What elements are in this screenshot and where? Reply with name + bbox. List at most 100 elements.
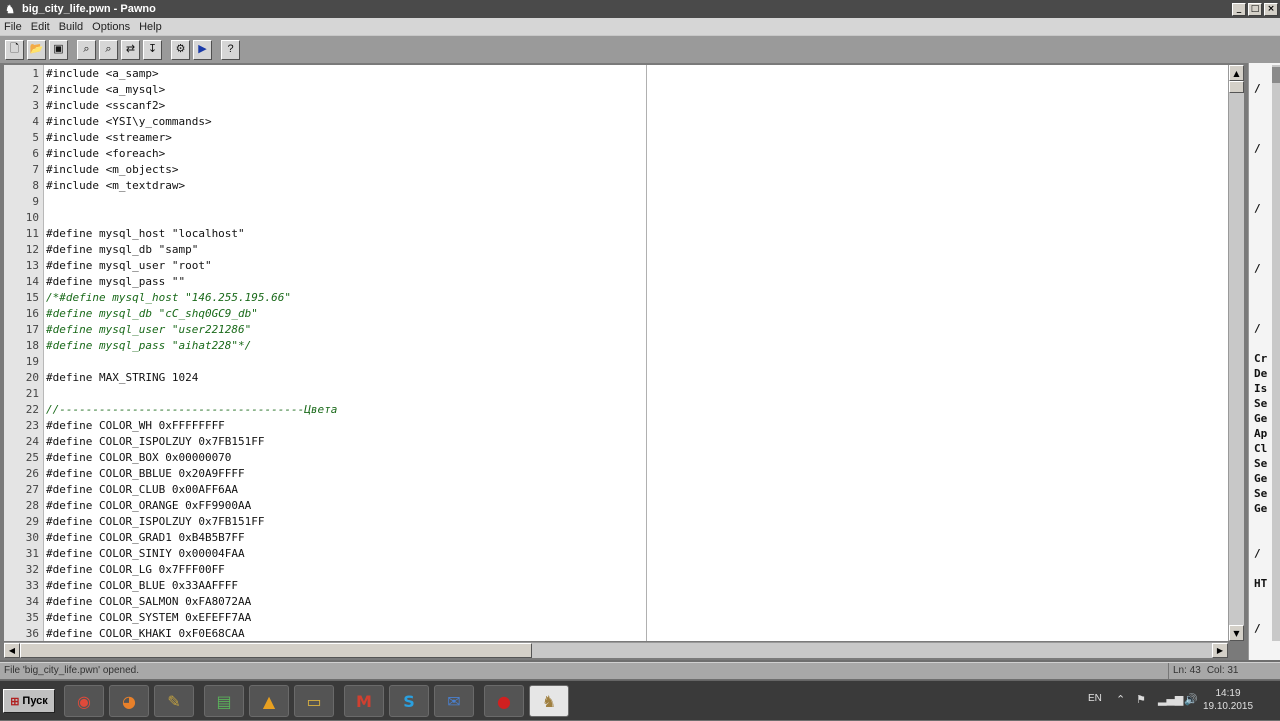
open-folder-icon: 📂	[29, 43, 44, 55]
horizontal-scroll-thumb[interactable]	[20, 643, 532, 658]
function-list-entry[interactable]: /	[1254, 621, 1261, 636]
line-number: 17	[25, 323, 39, 336]
explorer-taskbar-icon[interactable]: ▭	[294, 685, 334, 717]
menu-file[interactable]: File	[0, 21, 27, 33]
goto-line-button[interactable]: ↧	[143, 39, 162, 60]
line-number: 4	[32, 115, 39, 128]
pawno-taskbar-icon[interactable]: ♞	[529, 685, 569, 717]
function-list-entry[interactable]: Ap	[1254, 426, 1267, 441]
code-line: //-------------------------------------Ц…	[46, 403, 338, 416]
volume-icon[interactable]: 🔊	[1184, 693, 1198, 706]
menu-options[interactable]: Options	[88, 21, 135, 33]
line-number: 22	[25, 403, 39, 416]
paint-taskbar-icon[interactable]: ✎	[154, 685, 194, 717]
code-line: /*#define mysql_host "146.255.195.66"	[46, 291, 292, 304]
panel-scrollbar[interactable]	[1272, 65, 1280, 641]
function-list-entry[interactable]: /	[1254, 201, 1261, 216]
code-line: #define COLOR_KHAKI 0xF0E68CAA	[46, 627, 245, 640]
play-icon: ▶	[198, 43, 207, 55]
function-list-entry[interactable]: /	[1254, 261, 1261, 276]
line-number: 14	[25, 275, 39, 288]
close-button[interactable]: ×	[1264, 2, 1278, 16]
menu-bar: File Edit Build Options Help	[0, 18, 1280, 35]
code-line: #define MAX_STRING 1024	[46, 371, 199, 384]
panel-scroll-thumb[interactable]	[1272, 67, 1280, 83]
line-number: 19	[25, 355, 39, 368]
vertical-scroll-thumb[interactable]	[1229, 81, 1244, 93]
function-list-entry[interactable]: Ge	[1254, 411, 1267, 426]
scroll-right-arrow-icon[interactable]: ▶	[1212, 643, 1228, 658]
line-number: 15	[25, 291, 39, 304]
code-editor[interactable]: #include <a_samp> #include <a_mysql> #incl…	[44, 65, 1228, 641]
function-list-entry[interactable]: /	[1254, 546, 1261, 561]
find-next-icon: ⌕	[105, 43, 112, 55]
clock-time: 14:19	[1215, 688, 1241, 699]
function-list-entry[interactable]: De	[1254, 366, 1267, 381]
line-number: 18	[25, 339, 39, 352]
line-number: 6	[32, 147, 39, 160]
opera-taskbar-icon[interactable]: ●	[484, 685, 524, 717]
chrome-taskbar-icon[interactable]: ◉	[64, 685, 104, 717]
function-list-entry[interactable]: Cl	[1254, 441, 1267, 456]
function-list-entry[interactable]: Is	[1254, 381, 1267, 396]
code-line: #define COLOR_ISPOLZUY 0x7FB151FF	[46, 435, 265, 448]
line-number: 28	[25, 499, 39, 512]
media-center-taskbar-icon[interactable]: M	[344, 685, 384, 717]
line-number: 33	[25, 579, 39, 592]
code-line: #define COLOR_BLUE 0x33AAFFFF	[46, 579, 239, 592]
find-button[interactable]: ⌕	[77, 39, 96, 60]
save-file-button[interactable]: ▣	[49, 39, 68, 60]
menu-build[interactable]: Build	[55, 21, 88, 33]
function-list-entry[interactable]: /	[1254, 141, 1261, 156]
skype-taskbar-icon[interactable]: S	[389, 685, 429, 717]
function-list-entry[interactable]: HT	[1254, 576, 1267, 591]
function-list-entry[interactable]: Se	[1254, 456, 1267, 471]
vertical-scrollbar[interactable]: ▲ ▼	[1228, 65, 1244, 641]
help-button[interactable]: ?	[221, 39, 240, 60]
menu-edit[interactable]: Edit	[27, 21, 55, 33]
horizontal-scrollbar[interactable]: ◀ ▶	[4, 642, 1228, 658]
open-file-button[interactable]: 📂	[27, 39, 46, 60]
new-file-button[interactable]: 🗋	[5, 39, 24, 60]
replace-button[interactable]: ⇄	[121, 39, 140, 60]
function-list-entry[interactable]: Cr	[1254, 351, 1267, 366]
menu-help[interactable]: Help	[135, 21, 167, 33]
tray-arrow-icon[interactable]: ⌃	[1116, 693, 1125, 706]
compile-button[interactable]: ⚙	[171, 39, 190, 60]
function-list-entry[interactable]: Ge	[1254, 501, 1267, 516]
firefox-taskbar-icon[interactable]: ◕	[109, 685, 149, 717]
code-line: #define mysql_user "user221286"	[46, 323, 252, 336]
code-line: #include <a_mysql>	[46, 83, 166, 96]
start-button[interactable]: ⊞ Пуск	[3, 689, 55, 713]
pawno-app-icon: ♞	[5, 3, 15, 16]
minimize-button[interactable]: _	[1232, 2, 1246, 16]
code-line: #define mysql_pass "aihat228"*/	[46, 339, 252, 352]
maximize-button[interactable]: □	[1248, 2, 1262, 16]
terminal-taskbar-icon[interactable]: ▤	[204, 685, 244, 717]
line-number: 3	[32, 99, 39, 112]
code-line: #include <a_samp>	[46, 67, 159, 80]
right-margin-guide	[646, 65, 647, 641]
network-signal-icon[interactable]: ▂▄▆	[1158, 693, 1183, 706]
function-list-panel[interactable]: / / / / / Cr De Is Se Ge Ap Cl Se Ge Se Ge / HT /	[1248, 63, 1280, 660]
function-list-entry[interactable]: Ge	[1254, 471, 1267, 486]
compile-icon: ⚙	[175, 43, 186, 55]
code-line: #include <m_textdraw>	[46, 179, 186, 192]
run-button[interactable]: ▶	[193, 39, 212, 60]
function-list-entry[interactable]: Se	[1254, 396, 1267, 411]
function-list-entry[interactable]: /	[1254, 321, 1261, 336]
messenger-taskbar-icon[interactable]: ✉	[434, 685, 474, 717]
language-indicator[interactable]: EN	[1088, 693, 1102, 704]
avast-taskbar-icon[interactable]: ▲	[249, 685, 289, 717]
line-number: 26	[25, 467, 39, 480]
scroll-down-arrow-icon[interactable]: ▼	[1229, 625, 1244, 641]
function-list-entry[interactable]: /	[1254, 81, 1261, 96]
find-next-button[interactable]: ⌕	[99, 39, 118, 60]
code-line: #define COLOR_ISPOLZUY 0x7FB151FF	[46, 515, 265, 528]
tray-clock[interactable]: 14:19 19.10.2015	[1198, 687, 1258, 713]
tray-flag-icon[interactable]: ⚑	[1136, 693, 1146, 706]
scroll-left-arrow-icon[interactable]: ◀	[4, 643, 20, 658]
function-list-entry[interactable]: Se	[1254, 486, 1267, 501]
scroll-up-arrow-icon[interactable]: ▲	[1229, 65, 1244, 81]
code-line: #define COLOR_GRAD1 0xB4B5B7FF	[46, 531, 245, 544]
